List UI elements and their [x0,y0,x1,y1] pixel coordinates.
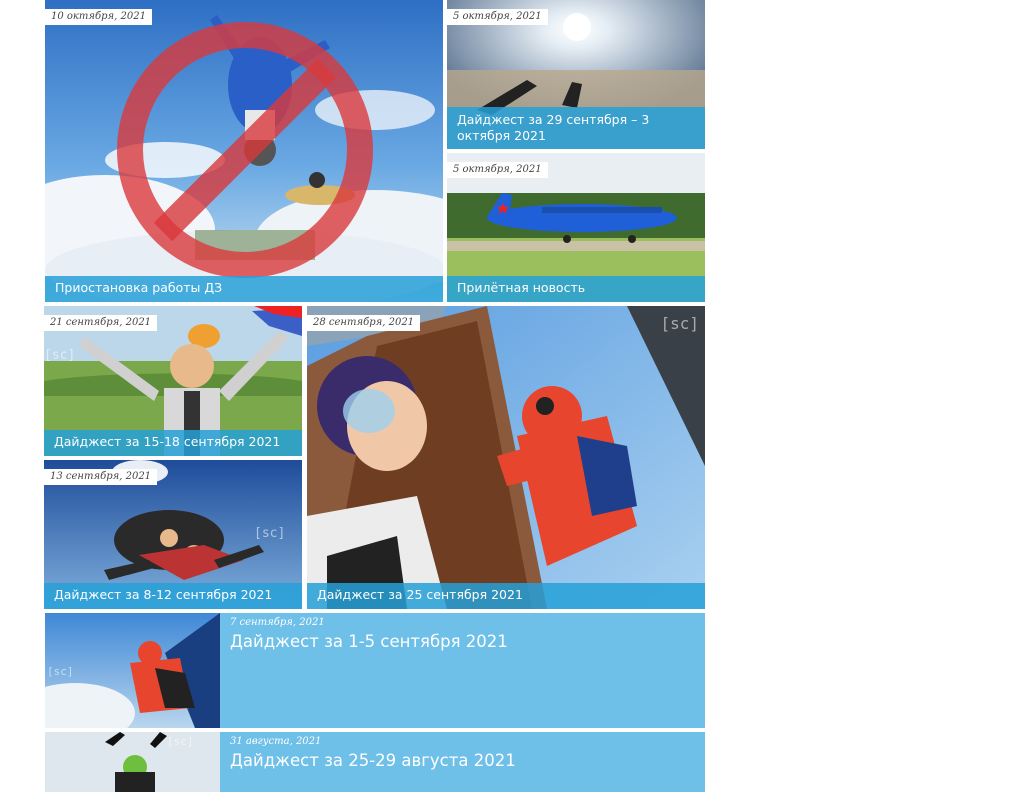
card-title[interactable]: Приостановка работы ДЗ [45,276,443,302]
card-date: 21 сентября, 2021 [44,315,158,331]
row-date: 31 августа, 2021 [230,736,322,747]
news-card-digest-sep25[interactable]: [sc] 28 сентября, 2021 Дайджест за 25 се… [307,306,705,609]
card-date: 10 октября, 2021 [45,9,152,25]
card-title[interactable]: Дайджест за 8-12 сентября 2021 [44,583,302,609]
row-thumbnail [45,732,220,792]
watermark: [sc] [254,526,286,541]
row-title[interactable]: Дайджест за 25-29 августа 2021 [230,751,516,771]
news-card-digest-sep29[interactable]: 5 октября, 2021 Дайджест за 29 сентября … [447,0,705,149]
watermark: [sc] [44,348,76,363]
row-date: 7 сентября, 2021 [230,617,325,628]
row-title[interactable]: Дайджест за 1-5 сентября 2021 [230,632,508,652]
news-row-digest-sep1[interactable]: [sc] 7 сентября, 2021 Дайджест за 1-5 се… [45,613,705,728]
news-card-arrival[interactable]: 5 октября, 2021 Прилётная новость [447,153,705,302]
news-card-digest-sep15[interactable]: [sc] 21 сентября, 2021 Дайджест за 15-18… [44,306,302,456]
card-title[interactable]: Дайджест за 25 сентября 2021 [307,583,705,609]
card-title[interactable]: Дайджест за 15-18 сентября 2021 [44,430,302,456]
watermark: [sc] [167,735,194,748]
news-card-digest-sep8[interactable]: [sc] 13 сентября, 2021 Дайджест за 8-12 … [44,460,302,609]
card-date: 5 октября, 2021 [447,162,548,178]
card-date: 28 сентября, 2021 [307,315,421,331]
skydiver-group-photo [45,732,220,792]
watermark: [sc] [660,314,699,333]
card-date: 5 октября, 2021 [447,9,548,25]
news-card-suspension[interactable]: 10 октября, 2021 Приостановка работы ДЗ [45,0,443,302]
card-title[interactable]: Прилётная новость [447,276,705,302]
watermark: [sc] [47,665,74,678]
plane-door-skydivers-photo [307,306,705,609]
news-row-digest-aug25[interactable]: [sc] 31 августа, 2021 Дайджест за 25-29 … [45,732,705,792]
card-title[interactable]: Дайджест за 29 сентября – 3 октября 2021 [447,107,705,149]
skydivers-photo [45,0,443,302]
card-date: 13 сентября, 2021 [44,469,158,485]
